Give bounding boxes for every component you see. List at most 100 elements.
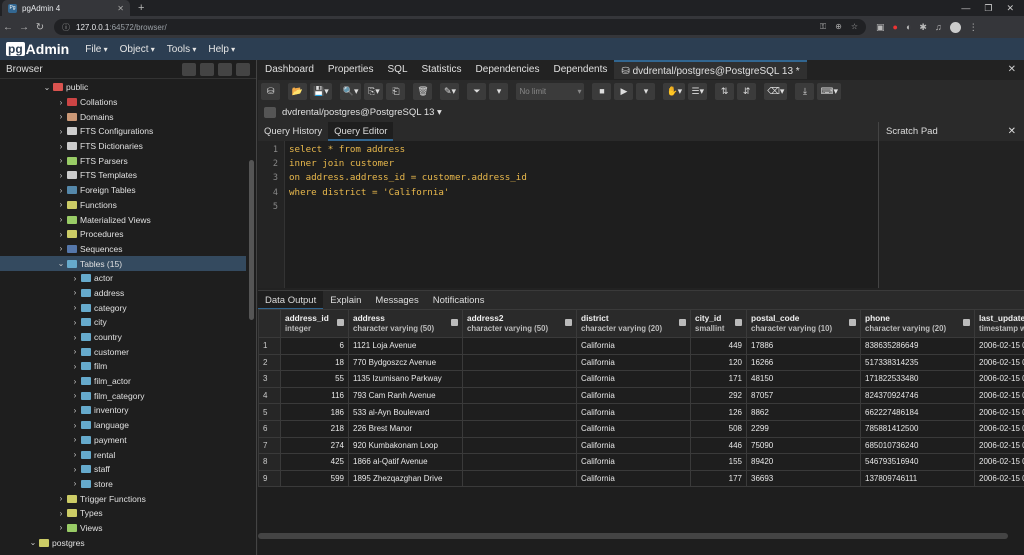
table-cell[interactable]: 1895 Zhezqazghan Drive [348, 469, 463, 488]
tree-scrollbar[interactable] [249, 160, 254, 320]
tab-query-history[interactable]: Query History [258, 122, 328, 141]
table-cell[interactable]: 785881412500 [860, 419, 975, 438]
table-cell[interactable]: 2006-02-15 0 [974, 337, 1024, 355]
chevron-right-icon[interactable]: › [56, 112, 66, 121]
sql-code[interactable]: select * from address inner join customer… [289, 143, 527, 214]
filter-icon[interactable]: ⏷ [467, 82, 487, 100]
table-cell[interactable]: 87057 [746, 386, 861, 405]
edit-icon[interactable]: ✎▾ [440, 82, 460, 100]
execute-dropdown-icon[interactable]: ▾ [636, 82, 656, 100]
table-cell[interactable]: 770 Bydgoszcz Avenue [348, 353, 463, 372]
table-cell[interactable]: 274 [280, 436, 349, 455]
tree-node[interactable]: › actor [0, 271, 246, 286]
table-cell[interactable]: California [576, 337, 691, 355]
tree-node[interactable]: › FTS Dictionaries [0, 139, 246, 154]
chevron-right-icon[interactable]: › [70, 435, 80, 444]
chevron-right-icon[interactable]: › [70, 303, 80, 312]
tree-node[interactable]: › FTS Configurations [0, 124, 246, 139]
tree-node[interactable]: › Collations [0, 95, 246, 110]
tree-node[interactable]: › address [0, 286, 246, 301]
column-header[interactable]: address2 character varying (50) [462, 309, 577, 338]
table-cell[interactable]: 1121 Loja Avenue [348, 337, 463, 355]
chevron-right-icon[interactable]: › [56, 494, 66, 503]
tab-dependents[interactable]: Dependents [546, 60, 614, 79]
close-window-icon[interactable]: ✕ [1006, 3, 1014, 14]
maximize-icon[interactable]: ❐ [984, 3, 992, 14]
chevron-right-icon[interactable]: › [70, 288, 80, 297]
table-cell[interactable]: 171822533480 [860, 370, 975, 388]
chevron-right-icon[interactable]: › [70, 318, 80, 327]
tree-node[interactable]: › rental [0, 447, 246, 462]
table-cell[interactable]: 186 [280, 403, 349, 421]
table-cell[interactable] [462, 403, 577, 421]
menu-object[interactable]: Object [120, 44, 155, 55]
tab-sql[interactable]: SQL [381, 60, 415, 79]
table-cell[interactable]: 8862 [746, 403, 861, 421]
table-cell[interactable]: 685010736240 [860, 436, 975, 455]
chevron-down-icon[interactable]: ⌄ [28, 538, 38, 547]
tree-node[interactable]: › Trigger Functions [0, 491, 246, 506]
table-cell[interactable]: 662227486184 [860, 403, 975, 421]
tab-messages[interactable]: Messages [368, 291, 425, 310]
connection-select[interactable]: dvdrental/postgres@PostgreSQL 13 [282, 107, 442, 118]
chevron-right-icon[interactable]: › [56, 98, 66, 107]
row-number[interactable]: 7 [258, 436, 281, 455]
tree-node[interactable]: › Procedures [0, 227, 246, 242]
chevron-right-icon[interactable]: › [56, 244, 66, 253]
row-number[interactable]: 5 [258, 403, 281, 421]
open-file-icon[interactable]: 📂 [288, 82, 307, 100]
chevron-right-icon[interactable]: › [70, 391, 80, 400]
table-cell[interactable]: 177 [690, 469, 747, 488]
chevron-right-icon[interactable]: › [56, 127, 66, 136]
tree-node[interactable]: › film [0, 359, 246, 374]
row-number[interactable]: 2 [258, 353, 281, 372]
table-cell[interactable] [462, 337, 577, 355]
table-cell[interactable]: 2006-02-15 0 [974, 469, 1024, 488]
execute-icon[interactable]: ▶ [614, 82, 634, 100]
chevron-right-icon[interactable]: › [70, 421, 80, 430]
reload-icon[interactable]: ↻ [32, 22, 48, 33]
code-line[interactable]: on address.address_id = customer.address… [289, 171, 527, 185]
table-cell[interactable]: 449 [690, 337, 747, 355]
table-cell[interactable]: California [576, 370, 691, 388]
tree-node[interactable]: › staff [0, 462, 246, 477]
key-icon[interactable]: ⚿ [820, 22, 826, 32]
table-cell[interactable]: 55 [280, 370, 349, 388]
table-row[interactable]: 8 425 1866 al-Qatif Avenue California 155 894… [258, 453, 1024, 471]
tree-node[interactable]: › city [0, 315, 246, 330]
table-cell[interactable]: 292 [690, 386, 747, 405]
table-cell[interactable]: 838635286649 [860, 337, 975, 355]
table-cell[interactable]: 546793516940 [860, 453, 975, 471]
chevron-right-icon[interactable]: › [56, 142, 66, 151]
tab-notifications[interactable]: Notifications [426, 291, 492, 310]
tree-node[interactable]: › country [0, 330, 246, 345]
row-number[interactable]: 4 [258, 386, 281, 405]
menu-help[interactable]: Help [208, 44, 235, 55]
menu-tools[interactable]: Tools [167, 44, 197, 55]
grid-view-icon[interactable] [200, 62, 214, 76]
find-icon[interactable]: 🔍▾ [339, 82, 362, 100]
table-row[interactable]: 3 55 1135 Izumisano Parkway California 171 48… [258, 370, 1024, 388]
chevron-right-icon[interactable]: › [70, 333, 80, 342]
table-cell[interactable]: California [576, 453, 691, 471]
menu-dots-icon[interactable]: ⋮ [969, 22, 978, 33]
row-number[interactable]: 8 [258, 453, 281, 471]
table-cell[interactable]: 793 Cam Ranh Avenue [348, 386, 463, 405]
tab-dashboard[interactable]: Dashboard [258, 60, 321, 79]
tree-node[interactable]: › Foreign Tables [0, 183, 246, 198]
table-cell[interactable] [462, 353, 577, 372]
table-cell[interactable]: 75090 [746, 436, 861, 455]
table-cell[interactable]: 36693 [746, 469, 861, 488]
tree-node[interactable]: › inventory [0, 403, 246, 418]
table-cell[interactable]: 446 [690, 436, 747, 455]
table-row[interactable]: 6 218 226 Brest Manor California 508 2299 7858… [258, 419, 1024, 438]
tree-node[interactable]: › film_category [0, 388, 246, 403]
table-cell[interactable]: 116 [280, 386, 349, 405]
tree-node[interactable]: › language [0, 418, 246, 433]
row-number-header[interactable] [258, 309, 281, 338]
table-cell[interactable]: 137809746111 [860, 469, 975, 488]
tree-node[interactable]: › FTS Parsers [0, 153, 246, 168]
close-tab-icon[interactable]: ✕ [117, 4, 124, 13]
chevron-right-icon[interactable]: › [56, 230, 66, 239]
tree-node[interactable]: ⌄ public [0, 80, 246, 95]
